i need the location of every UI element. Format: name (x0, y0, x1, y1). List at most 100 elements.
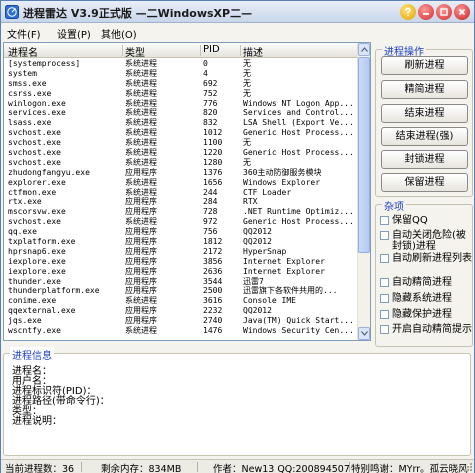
slim-process-button[interactable]: 精简进程 (381, 80, 468, 99)
checkbox-label: 隐藏系统进程 (392, 293, 452, 304)
column-header-pid[interactable]: PID (203, 44, 220, 55)
table-row[interactable]: [systemprocess] 系统进程 0 无 (4, 59, 358, 69)
checkbox-box[interactable] (380, 310, 389, 319)
auto-slim-prompt-checkbox[interactable]: 开启自动精简提示 (380, 324, 474, 335)
auto-refresh-checkbox[interactable]: 自动刷新进程列表 (380, 253, 474, 264)
list-header: 进程名 类型 PID 描述 (4, 43, 358, 59)
hide-system-process-checkbox[interactable]: 隐藏系统进程 (380, 293, 474, 304)
table-row[interactable]: txplatform.exe 应用程序 1812 QQ2012 (4, 237, 358, 247)
process-description-cell: QQ2012 (243, 227, 272, 237)
checkbox-label: 自动刷新进程列表 (392, 253, 472, 264)
end-process-button[interactable]: 结束进程 (381, 104, 468, 123)
resize-grip-icon[interactable] (463, 462, 473, 472)
menu-other[interactable]: 其他(O) (101, 26, 137, 41)
table-row[interactable]: svchost.exe 系统进程 1220 Generic Host Process.… (4, 148, 358, 158)
vertical-scrollbar[interactable] (357, 43, 370, 340)
auto-close-dangerous-checkbox[interactable]: 自动关闭危险(被封锁)进程 (380, 230, 474, 252)
process-pid-cell: 1376 (203, 167, 223, 177)
table-row[interactable]: smss.exe 系统进程 692 无 (4, 79, 358, 89)
column-header-type[interactable]: 类型 (125, 44, 145, 59)
process-description-cell: .NET Runtime Optimiz... (243, 207, 354, 217)
maximize-button[interactable] (436, 4, 452, 20)
process-type-cell: 应用程序 (125, 306, 157, 316)
table-row[interactable]: rtx.exe 应用程序 284 RTX (4, 197, 358, 207)
table-row[interactable]: thunderplatform.exe 应用程序 2500 迅雷旗下各软件共用的... (4, 286, 358, 296)
block-process-button[interactable]: 封锁进程 (381, 150, 468, 169)
scroll-down-button[interactable] (358, 327, 370, 340)
auto-slim-checkbox[interactable]: 自动精简进程 (380, 277, 474, 288)
hide-protected-process-checkbox[interactable]: 隐藏保护进程 (380, 309, 474, 320)
process-name-cell: [systemprocess] (8, 59, 81, 68)
title-bar[interactable]: 进程雷达 V3.9正式版 —二WindowsXP二— (1, 1, 474, 23)
table-row[interactable]: winlogon.exe 系统进程 776 Windows NT Logon App.… (4, 99, 358, 109)
checkbox-box[interactable] (380, 254, 389, 263)
table-row[interactable]: svchost.exe 系统进程 1012 Generic Host Process.… (4, 128, 358, 138)
process-name-cell: system (8, 68, 37, 78)
minimize-button[interactable] (418, 4, 434, 20)
close-button[interactable] (454, 4, 470, 20)
table-row[interactable]: services.exe 系统进程 820 Services and Control.… (4, 108, 358, 118)
column-separator[interactable] (240, 45, 241, 56)
checkbox-box[interactable] (380, 216, 389, 225)
process-info-group: 进程信息 进程名： 用户名： 进程标识符(PID)： 进程路径(带命令行)： 类… (3, 347, 471, 456)
table-row[interactable]: wscntfy.exe 系统进程 1476 Windows Security Cen.… (4, 326, 358, 336)
process-type-cell: 系统进程 (125, 98, 157, 108)
process-list[interactable]: 进程名 类型 PID 描述 [systemprocess] 系统进程 0 无 syste… (3, 42, 371, 341)
process-description-cell: Windows Security Cen... (243, 326, 354, 336)
help-button[interactable] (400, 4, 416, 20)
menu-settings[interactable]: 设置(P) (57, 26, 91, 41)
table-row[interactable]: lsass.exe 系统进程 832 LSA Shell (Export Ve... (4, 118, 358, 128)
table-row[interactable]: thunder.exe 应用程序 3544 迅雷7 (4, 277, 358, 287)
table-row[interactable]: iexplore.exe 应用程序 3856 Internet Explorer (4, 257, 358, 267)
process-description-cell: Java(TM) Quick Start... (243, 316, 354, 326)
process-name-cell: jqs.exe (8, 316, 42, 326)
table-row[interactable]: csrss.exe 系统进程 752 无 (4, 89, 358, 99)
process-name-cell: rtx.exe (8, 197, 42, 207)
column-separator[interactable] (200, 45, 201, 56)
column-header-description[interactable]: 描述 (243, 44, 263, 59)
keep-qq-checkbox[interactable]: 保留QQ (380, 215, 474, 226)
process-name-cell: svchost.exe (8, 217, 61, 227)
table-row[interactable]: explorer.exe 系统进程 1656 Windows Explorer (4, 178, 358, 188)
process-pid-cell: 284 (203, 197, 218, 207)
checkbox-box[interactable] (380, 325, 389, 334)
process-pid-cell: 756 (203, 227, 218, 237)
table-row[interactable]: zhudongfangyu.exe 应用程序 1376 360主动防御服务模块 (4, 168, 358, 178)
process-pid-cell: 2636 (203, 266, 223, 276)
checkbox-box[interactable] (380, 278, 389, 287)
column-header-name[interactable]: 进程名 (8, 44, 38, 59)
table-row[interactable]: qqexternal.exe 应用程序 2232 QQ2012 (4, 306, 358, 316)
table-row[interactable]: ctfmon.exe 系统进程 244 CTF Loader (4, 188, 358, 198)
checkbox-label: 自动精简进程 (392, 277, 452, 288)
table-row[interactable]: mscorsvw.exe 应用程序 728 .NET Runtime Optimiz.… (4, 207, 358, 217)
arrow-up-icon (360, 47, 368, 52)
scroll-up-button[interactable] (358, 43, 370, 56)
menu-file[interactable]: 文件(F) (7, 26, 41, 41)
table-row[interactable]: hprsnap6.exe 应用程序 2172 HyperSnap (4, 247, 358, 257)
table-row[interactable]: jqs.exe 应用程序 2740 Java(TM) Quick Start... (4, 316, 358, 326)
column-separator[interactable] (122, 45, 123, 56)
checkbox-label: 自动关闭危险(被封锁)进程 (392, 230, 466, 252)
table-row[interactable]: iexplore.exe 应用程序 2636 Internet Explorer (4, 267, 358, 277)
table-row[interactable]: svchost.exe 系统进程 1280 无 (4, 158, 358, 168)
process-type-cell: 应用程序 (125, 237, 157, 247)
table-row[interactable]: conime.exe 系统进程 3616 Console IME (4, 296, 358, 306)
status-process-count: 当前进程数：36 (5, 464, 75, 473)
process-description-cell: 无 (243, 138, 251, 148)
table-row[interactable]: svchost.exe 系统进程 1100 无 (4, 138, 358, 148)
process-name-cell: lsass.exe (8, 118, 52, 128)
process-pid-cell: 244 (203, 187, 218, 197)
table-row[interactable]: system 系统进程 4 无 (4, 69, 358, 79)
force-end-process-button[interactable]: 结束进程(强) (381, 127, 468, 146)
process-description-cell: Internet Explorer (243, 256, 325, 266)
table-row[interactable]: svchost.exe 系统进程 972 Generic Host Process..… (4, 217, 358, 227)
refresh-process-button[interactable]: 刷新进程 (381, 56, 468, 75)
main-window: 进程雷达 V3.9正式版 —二WindowsXP二— 文件(F) 设置(P) 其… (0, 0, 475, 473)
keep-process-button[interactable]: 保留进程 (381, 173, 468, 192)
checkbox-box[interactable] (380, 294, 389, 303)
checkbox-box[interactable] (380, 231, 389, 240)
radar-app-icon (5, 5, 19, 19)
scrollbar-thumb[interactable] (358, 57, 370, 253)
table-row[interactable]: qq.exe 应用程序 756 QQ2012 (4, 227, 358, 237)
process-pid-cell: 2172 (203, 246, 223, 256)
